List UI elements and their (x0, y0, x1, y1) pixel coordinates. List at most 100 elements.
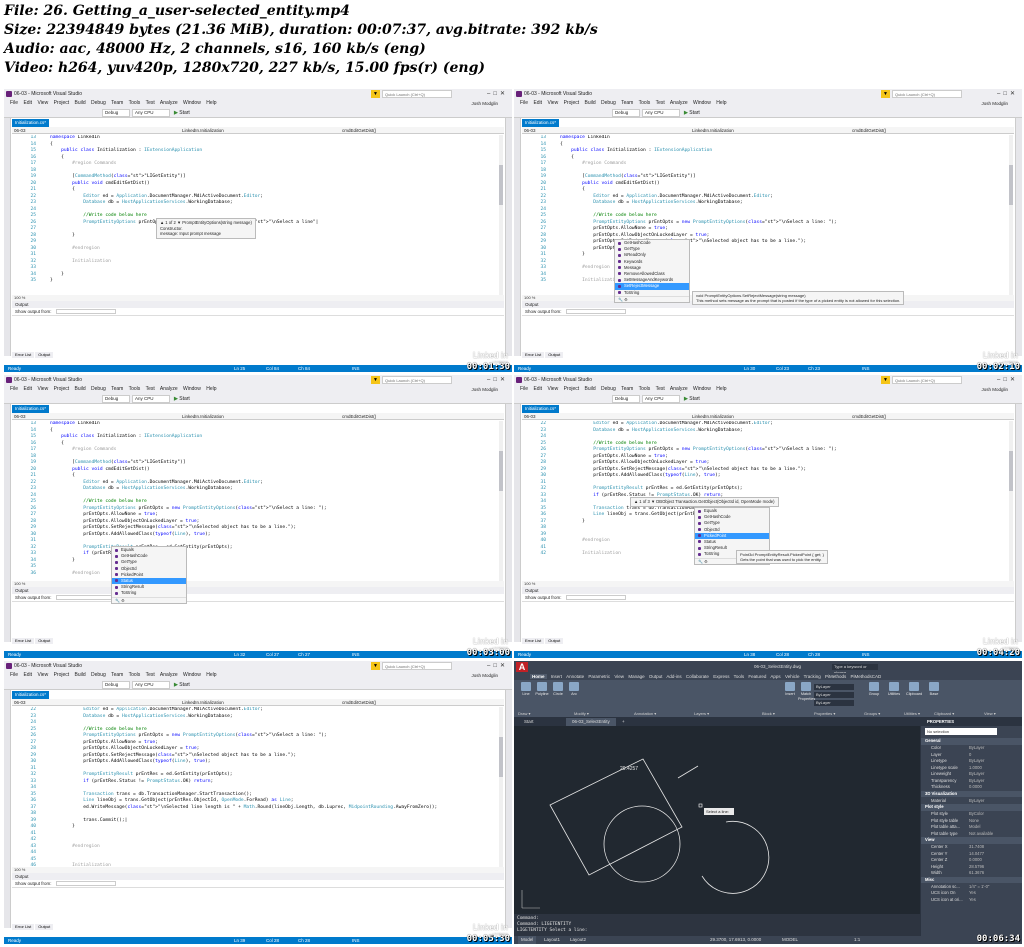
member-dropdown[interactable]: cmdEditGetDist() (342, 127, 376, 134)
property-row[interactable]: Center X 31.7408 (921, 844, 1022, 850)
code-line[interactable]: 35 Initialization (522, 278, 1006, 285)
user-name[interactable]: Josh Modglin (981, 99, 1008, 108)
tab-layout1[interactable]: Layout1 (544, 936, 560, 944)
drawing-area[interactable]: 29.4257 Select a line: (514, 726, 920, 914)
command-line[interactable]: Command: Command: LIGETENTITY LIGETENTIT… (514, 914, 920, 936)
tab-output[interactable]: Output (545, 352, 564, 358)
filter-icon[interactable]: ▼ (371, 90, 380, 98)
ribbon-button[interactable]: Group (866, 682, 882, 697)
selection-dropdown[interactable]: No selection (925, 728, 997, 735)
document-tab[interactable]: Initialization.cs* (12, 119, 50, 127)
property-row[interactable]: Plot table atta... Model (921, 824, 1022, 830)
user-name[interactable]: Josh Modglin (981, 385, 1008, 394)
code-line[interactable]: 36 #endregion (12, 571, 496, 578)
property-section[interactable]: General (921, 738, 1022, 745)
filter-icon[interactable]: ▼ (881, 90, 890, 98)
ribbon-tab[interactable]: Output (649, 674, 663, 679)
ribbon-panel-title[interactable]: View ▾ (984, 710, 996, 717)
ribbon-panel-title[interactable]: Groups ▾ (864, 710, 880, 717)
property-row[interactable]: Layer 0 (921, 752, 1022, 758)
circle-shape[interactable] (603, 805, 681, 883)
member-dropdown[interactable]: cmdEditGetDist() (342, 699, 376, 706)
property-row[interactable]: Color ByLayer (921, 745, 1022, 751)
property-value[interactable]: ByColor (969, 811, 984, 817)
tab-error-list[interactable]: Error List (12, 638, 35, 644)
property-value[interactable]: 31.7408 (969, 844, 984, 850)
property-row[interactable]: UCS icon On Yes (921, 890, 1022, 896)
ribbon-button[interactable]: Match Properties (798, 682, 815, 701)
tab-error-list[interactable]: Error List (12, 924, 35, 930)
platform-dropdown[interactable]: Any CPU (642, 395, 680, 403)
color-dropdown[interactable]: ByLayer (814, 684, 854, 690)
platform-dropdown[interactable]: Any CPU (132, 395, 170, 403)
property-value[interactable]: ByLayer (969, 798, 984, 804)
intellisense-list[interactable]: GetHashCode GetType IsReadOnly Keywords Mess… (614, 239, 690, 303)
output-source-dropdown[interactable] (55, 309, 116, 315)
start-button[interactable]: ▶ Start (174, 681, 190, 689)
quick-launch-input[interactable]: Quick Launch (Ctrl+Q) (382, 90, 452, 98)
property-value[interactable]: 28.5796 (969, 864, 984, 870)
right-tool-strip[interactable] (505, 690, 512, 928)
start-button[interactable]: ▶ Start (174, 109, 190, 117)
property-value[interactable]: Yes (969, 890, 976, 896)
quick-launch-input[interactable]: Quick Launch (Ctrl+Q) (382, 662, 452, 670)
platform-dropdown[interactable]: Any CPU (132, 681, 170, 689)
ribbon-tab[interactable]: Annotate (566, 674, 584, 679)
property-row[interactable]: Center Z 0.0000 (921, 857, 1022, 863)
window-controls[interactable]: –□✕ (997, 89, 1018, 99)
ribbon-tab[interactable]: PiMethodsCAD (851, 674, 882, 679)
autocad-logo-icon[interactable]: A (516, 662, 528, 672)
rectangle-shape[interactable] (549, 758, 683, 876)
menu-bar[interactable]: File Edit View Project Build Debug Team … (4, 671, 512, 680)
ribbon-tab[interactable]: PiMethods (825, 674, 846, 679)
start-button[interactable]: ▶ Start (684, 109, 700, 117)
property-value[interactable]: 0.0000 (969, 857, 982, 863)
property-row[interactable]: Plot table type Not available (921, 831, 1022, 837)
configuration-dropdown[interactable]: Debug (102, 395, 130, 403)
tab-model[interactable]: Model (518, 936, 537, 944)
ribbon-tab[interactable]: Collaborate (686, 674, 709, 679)
property-value[interactable]: 1.0000 (969, 765, 982, 771)
property-section[interactable]: Plot style (921, 804, 1022, 811)
property-section[interactable]: Misc (921, 876, 1022, 883)
property-row[interactable]: UCS icon at ori... Yes (921, 897, 1022, 903)
ribbon-button[interactable]: Clipboard (906, 682, 922, 697)
output-pane[interactable] (12, 601, 504, 638)
code-editor[interactable]: 13 namespace LinkedIn 14{15 public class I… (12, 421, 496, 581)
left-tool-strip[interactable] (514, 118, 521, 356)
tab-error-list[interactable]: Error List (522, 352, 545, 358)
ribbon-button[interactable]: Insert (782, 682, 798, 697)
class-dropdown[interactable]: LinkedIn.Initialization (692, 127, 734, 134)
ribbon-button[interactable]: Utilities (886, 682, 902, 697)
member-dropdown[interactable]: cmdEditGetDist() (852, 413, 886, 420)
document-tab[interactable]: Initialization.cs* (522, 119, 560, 127)
right-tool-strip[interactable] (1015, 118, 1022, 356)
editor-scrollbar[interactable] (499, 421, 503, 581)
ribbon-tab[interactable]: View (614, 674, 624, 679)
property-value[interactable]: 0.0000 (969, 784, 982, 790)
completion-item[interactable]: ToString (615, 290, 689, 296)
model-space-toggle[interactable]: MODEL (782, 936, 798, 944)
code-line[interactable]: 37 ed.WriteMessage(class="st">"\nSelecte… (12, 805, 496, 812)
quick-launch-input[interactable]: Quick Launch (Ctrl+Q) (892, 376, 962, 384)
property-value[interactable]: Yes (969, 897, 976, 903)
window-controls[interactable]: –□✕ (487, 89, 508, 99)
configuration-dropdown[interactable]: Debug (102, 681, 130, 689)
property-section[interactable]: View (921, 837, 1022, 844)
left-tool-strip[interactable] (4, 690, 11, 928)
completion-item[interactable]: ToString (112, 590, 186, 596)
platform-dropdown[interactable]: Any CPU (642, 109, 680, 117)
property-value[interactable]: Not available (969, 831, 993, 837)
project-dropdown[interactable]: 06-03 (14, 413, 26, 420)
draw-circle-button[interactable]: Circle (550, 682, 566, 697)
ribbon-panel-title[interactable]: Modify ▾ (574, 710, 589, 717)
menu-bar[interactable]: File Edit View Project Build Debug Team … (514, 99, 1022, 108)
draw-arc-button[interactable]: Arc (566, 682, 582, 697)
configuration-dropdown[interactable]: Debug (612, 109, 640, 117)
scroll-thumb[interactable] (499, 451, 503, 491)
tab-layout2[interactable]: Layout2 (570, 936, 586, 944)
project-dropdown[interactable]: 06-03 (14, 127, 26, 134)
ribbon-panel-title[interactable]: Layers ▾ (694, 710, 709, 717)
window-controls[interactable]: –□✕ (487, 375, 508, 385)
code-line[interactable]: 35} (12, 278, 496, 285)
